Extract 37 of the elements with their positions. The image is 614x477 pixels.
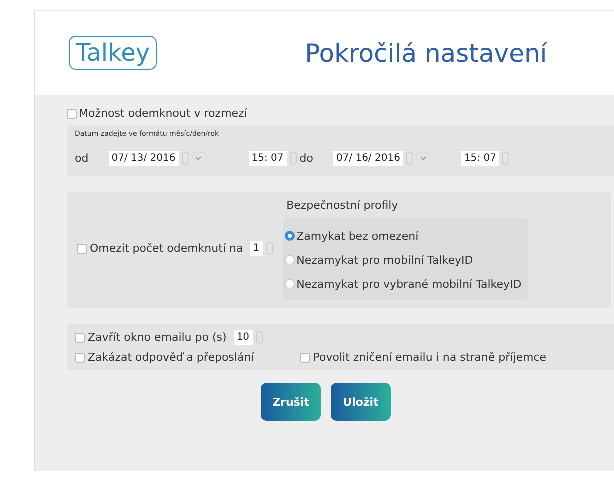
spinner-icon[interactable] — [502, 152, 510, 165]
action-button[interactable]: Zrušit — [261, 383, 321, 421]
checkbox[interactable] — [77, 244, 87, 254]
spinner-icon[interactable] — [406, 152, 414, 165]
spinner-icon[interactable] — [266, 242, 273, 255]
radio-button[interactable] — [284, 255, 295, 265]
from-label: od — [75, 152, 89, 165]
time-field[interactable]: 15: 07 — [248, 151, 287, 166]
checkbox[interactable] — [300, 352, 310, 362]
time-field[interactable]: 15: 07 — [461, 151, 500, 166]
page-title: Pokročilá nastavení — [305, 38, 548, 68]
checkbox-label: Možnost odemknout v rozmezí — [79, 107, 248, 120]
checkbox-label: Zakázat odpověď a přeposlání — [88, 351, 254, 364]
radio-label: Nezamykat pro mobilní TalkeyID — [296, 254, 474, 266]
checkbox[interactable] — [75, 352, 85, 362]
date-field[interactable]: 07/ 13/ 2016 — [108, 151, 179, 166]
radio-label: Nezamykat pro vybrané mobilní TalkeyID — [296, 278, 522, 290]
spinner-icon[interactable] — [256, 331, 263, 344]
number-field[interactable]: 10 — [234, 330, 253, 345]
section-title: Bezpečnostní profily — [286, 199, 400, 212]
spinner-icon[interactable] — [182, 152, 189, 165]
checkbox-label: Povolit zničení emailu i na straně příjemce — [313, 351, 547, 364]
radio-label: Zamykat bez omezení — [296, 230, 419, 242]
checkbox[interactable] — [75, 332, 85, 342]
dropdown-icon[interactable] — [416, 152, 430, 165]
dropdown-icon[interactable] — [192, 152, 206, 165]
radio-button[interactable] — [284, 231, 295, 241]
to-label: do — [300, 152, 314, 165]
logo: Talkey — [69, 36, 158, 70]
spinner-icon[interactable] — [290, 152, 297, 165]
radio-button[interactable] — [284, 279, 295, 289]
date-field[interactable]: 07/ 16/ 2016 — [333, 151, 404, 166]
checkbox[interactable] — [67, 108, 77, 118]
action-button[interactable]: Uložit — [331, 383, 391, 421]
number-field[interactable]: 1 — [250, 241, 263, 256]
checkbox-label: Omezit počet odemknutí na — [90, 242, 244, 255]
checkbox-label: Zavřít okno emailu po (s) — [88, 331, 227, 344]
